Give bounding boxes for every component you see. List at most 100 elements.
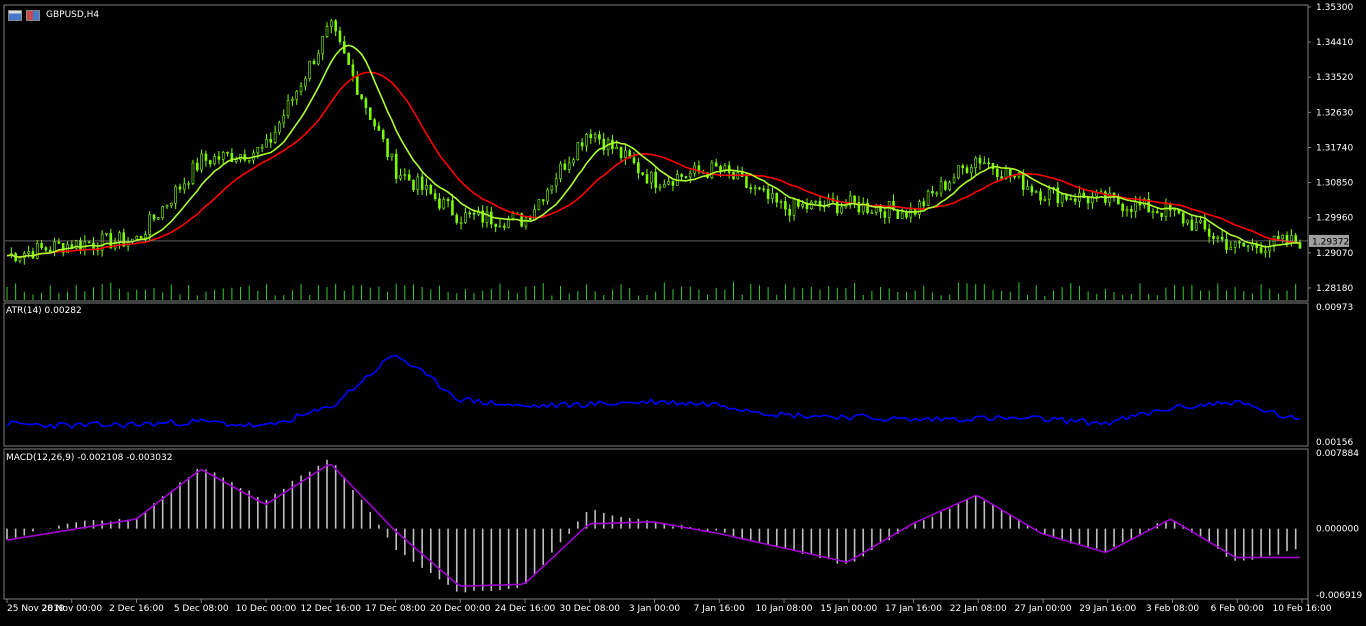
- candle-body: [944, 181, 947, 190]
- candle-body: [191, 162, 195, 184]
- candle-body: [775, 192, 779, 203]
- candle-body: [1294, 235, 1297, 243]
- candle-body: [299, 85, 303, 92]
- candle-body: [546, 189, 549, 202]
- candle-body: [291, 98, 294, 101]
- candle-body: [308, 60, 312, 79]
- candle-body: [1216, 236, 1220, 239]
- candle-body: [1034, 191, 1038, 193]
- candle-body: [394, 153, 398, 179]
- candle-body: [1086, 197, 1090, 204]
- candle-body: [671, 181, 675, 186]
- candle-body: [178, 186, 182, 190]
- time-axis-label: 2 Dec 16:00: [109, 604, 164, 614]
- candle-body: [87, 241, 91, 244]
- candle-body: [952, 177, 956, 184]
- candle-body: [468, 212, 472, 215]
- chart-canvas[interactable]: 1.29372 1.35300 1.34410 1.33520 1.32630 1.317…: [0, 0, 1366, 622]
- candle-body: [57, 241, 61, 244]
- candle-body: [403, 174, 407, 176]
- candle-body: [1130, 209, 1133, 212]
- candle-body: [771, 192, 774, 199]
- candle-body: [373, 119, 376, 127]
- time-axis-label: 27 Jan 00:00: [1015, 604, 1072, 614]
- candle-body: [931, 190, 934, 194]
- candle-body: [559, 163, 562, 180]
- candle-body: [438, 198, 441, 209]
- candle-body: [157, 217, 160, 220]
- candle-body: [576, 142, 580, 161]
- candle-body: [338, 30, 342, 42]
- candle-body: [1238, 241, 1241, 244]
- candle-body: [1125, 209, 1129, 212]
- candle-body: [619, 146, 623, 159]
- candle-body: [317, 52, 320, 65]
- candle-body: [265, 139, 268, 148]
- candle-body: [260, 146, 264, 149]
- macd-axis-label: 0.000000: [1316, 525, 1359, 535]
- candle-body: [745, 176, 748, 188]
- candle-body: [1212, 236, 1215, 239]
- candle-body: [624, 150, 627, 159]
- candle-body: [788, 208, 792, 216]
- candle-body: [412, 179, 415, 191]
- candle-body: [498, 225, 502, 228]
- macd-indicator-label: MACD(12,26,9) -0.002108 -0.003032: [6, 453, 173, 463]
- candle-body: [753, 187, 757, 190]
- price-axis-label: 1.32630: [1316, 108, 1353, 118]
- candle-body: [304, 78, 307, 87]
- candle-body: [407, 174, 411, 181]
- candle-body: [658, 186, 662, 189]
- candle-body: [139, 235, 143, 239]
- candle-body: [455, 214, 459, 223]
- candle-body: [1008, 168, 1012, 177]
- candle-body: [641, 172, 644, 175]
- candle-body: [386, 138, 389, 158]
- candle-body: [247, 159, 251, 162]
- time-axis-label: 15 Jan 00:00: [820, 604, 877, 614]
- candle-body: [1160, 212, 1163, 217]
- candle-body: [879, 207, 882, 212]
- candle-body: [135, 235, 139, 240]
- candle-body: [667, 181, 670, 185]
- candle-body: [79, 240, 82, 250]
- candle-body: [442, 199, 446, 209]
- candle-body: [710, 162, 714, 178]
- candle-body: [1069, 198, 1073, 201]
- candle-body: [226, 151, 229, 154]
- candle-body: [541, 199, 545, 202]
- candle-body: [598, 134, 601, 140]
- candle-body: [18, 257, 22, 262]
- candle-body: [1151, 211, 1155, 213]
- candle-body: [1073, 198, 1077, 202]
- candle-body: [433, 193, 437, 200]
- candle-body: [321, 35, 324, 54]
- candle-body: [1043, 199, 1047, 201]
- candle-body: [965, 167, 969, 173]
- candle-body: [273, 131, 277, 143]
- price-axis-label: 1.35300: [1316, 3, 1353, 13]
- candle-body: [381, 130, 385, 140]
- candle-body: [48, 249, 52, 252]
- candle-body: [874, 207, 878, 213]
- candle-body: [364, 98, 368, 108]
- candle-body: [654, 171, 657, 188]
- candle-body: [974, 157, 977, 168]
- candle-body: [334, 20, 337, 32]
- candle-body: [961, 165, 964, 169]
- price-axis-label: 1.30850: [1316, 179, 1353, 189]
- candle-body: [377, 125, 381, 131]
- candle-body: [325, 26, 329, 37]
- candle-body: [399, 175, 402, 179]
- chart-window-icon[interactable]: [8, 9, 22, 21]
- candle-body: [1047, 189, 1051, 200]
- candle-body: [105, 233, 108, 235]
- candle-body: [165, 205, 169, 208]
- candle-body: [766, 188, 770, 199]
- chart-title-bar: GBPUSD,H4: [8, 8, 99, 22]
- candle-body: [217, 156, 221, 160]
- candle-body: [537, 199, 541, 210]
- time-axis-label: 5 Dec 08:00: [174, 604, 229, 614]
- candle-body: [792, 198, 796, 216]
- candle-body: [1026, 186, 1029, 190]
